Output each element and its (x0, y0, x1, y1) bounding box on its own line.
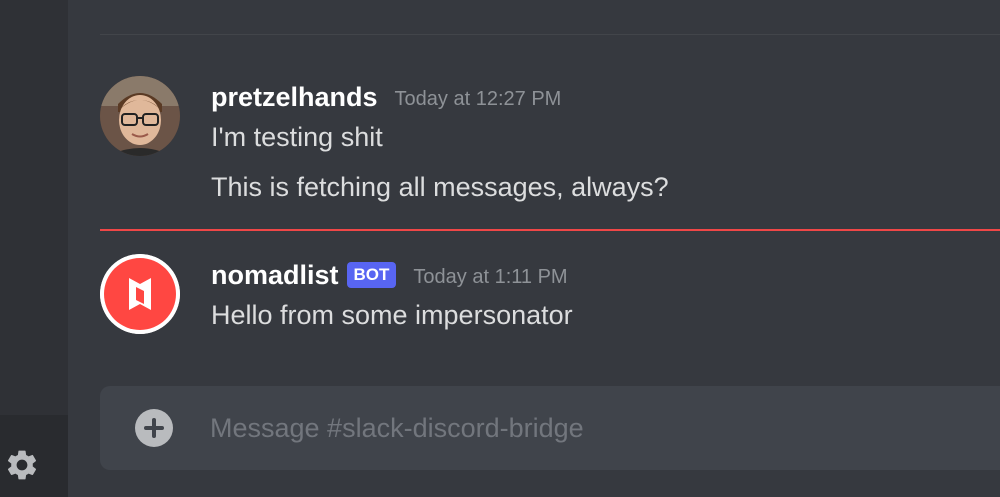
message-composer (100, 386, 1000, 470)
message-text: This is fetching all messages, always? (211, 172, 669, 202)
gear-icon[interactable] (4, 447, 40, 483)
message-timestamp: Today at 12:27 PM (394, 87, 562, 110)
message-header: pretzelhands Today at 12:27 PM (211, 80, 561, 114)
plus-circle-icon[interactable] (135, 409, 173, 447)
discord-app: pretzelhands Today at 12:27 PM I'm testi… (0, 0, 1000, 497)
new-messages-divider (100, 229, 1000, 231)
message-header: nomadlist BOT Today at 1:11 PM (211, 258, 568, 292)
channel-sidebar (0, 0, 68, 497)
avatar[interactable] (100, 76, 180, 156)
avatar[interactable] (100, 254, 180, 334)
bot-badge: BOT (346, 262, 397, 288)
username[interactable]: nomadlist (211, 260, 339, 291)
message-text: Hello from some impersonator (211, 300, 573, 330)
message-timestamp: Today at 1:11 PM (413, 265, 568, 288)
user-panel (0, 415, 68, 497)
message-text: I'm testing shit (211, 122, 383, 152)
nomadlist-logo-icon (100, 254, 180, 334)
username[interactable]: pretzelhands (211, 82, 378, 113)
message-input[interactable] (210, 408, 990, 448)
message-divider (100, 34, 1000, 35)
